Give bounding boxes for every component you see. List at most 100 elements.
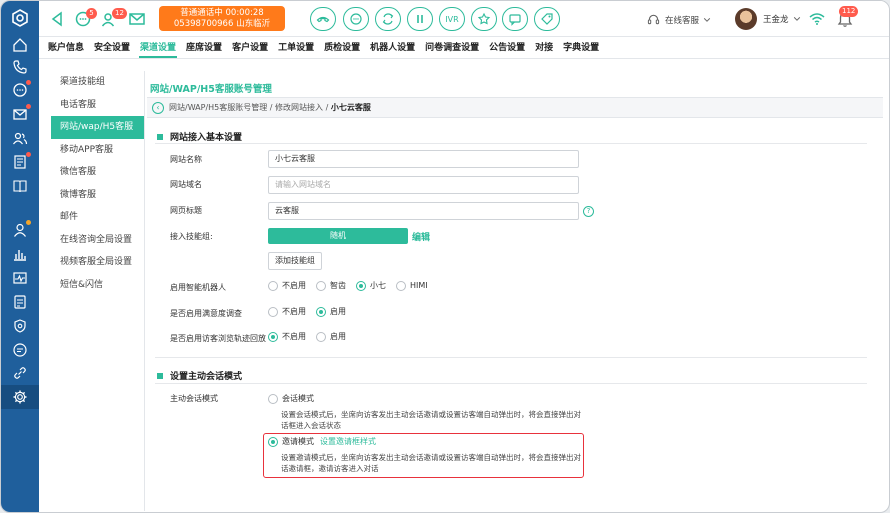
menu-integration[interactable]: 对接 bbox=[530, 37, 558, 58]
agent-icon[interactable] bbox=[10, 220, 31, 240]
breadcrumb-link-edit[interactable]: 修改网站接入 bbox=[275, 102, 323, 113]
transfer-button[interactable] bbox=[375, 7, 401, 31]
hold-button[interactable] bbox=[407, 7, 433, 31]
add-skill-group-button[interactable]: 添加技能组 bbox=[268, 252, 322, 270]
satisfaction-label: 是否启用满意度调查 bbox=[170, 309, 242, 318]
section-proactive-settings: 设置主动会话模式 bbox=[157, 369, 242, 382]
radio-label: 不启用 bbox=[282, 332, 306, 341]
robot-option-xiaoqi[interactable]: 小七 bbox=[356, 280, 386, 291]
monitor-icon[interactable] bbox=[10, 268, 30, 288]
home-icon[interactable] bbox=[10, 35, 30, 55]
menu-channel[interactable]: 渠道设置 bbox=[135, 37, 181, 58]
agent-status-select[interactable]: 在线客服 bbox=[647, 13, 711, 26]
trace-label: 是否启用访客浏览轨迹回放 bbox=[170, 334, 266, 343]
link-icon[interactable] bbox=[10, 363, 30, 383]
breadcrumb-separator: / bbox=[323, 103, 331, 112]
channel-sidebar: 渠道技能组 电话客服 网站/wap/H5客服 移动APP客服 微信客服 微博客服… bbox=[51, 71, 145, 511]
phone-icon[interactable] bbox=[10, 57, 30, 77]
sidebar-item-sms[interactable]: 短信&闪信 bbox=[51, 274, 144, 297]
menu-security[interactable]: 安全设置 bbox=[89, 37, 135, 58]
call-status-box[interactable]: 普通通话中 00:00:28 05398700966 山东临沂 bbox=[159, 6, 285, 31]
breadcrumb: ‹ 网站/WAP/H5客服账号管理 / 修改网站接入 / 小七云客服 bbox=[147, 98, 883, 118]
main-nav-rail bbox=[1, 1, 39, 512]
section-basic-settings: 网站接入基本设置 bbox=[157, 130, 242, 143]
sidebar-item-app[interactable]: 移动APP客服 bbox=[51, 139, 144, 162]
sms-button[interactable] bbox=[502, 7, 528, 31]
satisfaction-option-off[interactable]: 不启用 bbox=[268, 306, 306, 317]
site-domain-label: 网站域名 bbox=[170, 180, 202, 189]
radio-label: HIMI bbox=[410, 281, 428, 290]
menu-quality[interactable]: 质检设置 bbox=[319, 37, 365, 58]
invite-mode-option[interactable]: 邀请模式 设置邀请框样式 bbox=[268, 436, 376, 447]
sidebar-item-skill-group[interactable]: 渠道技能组 bbox=[51, 71, 144, 94]
chat-alert-dot bbox=[26, 80, 31, 85]
user-menu[interactable]: 王金龙 bbox=[735, 8, 801, 30]
book-icon[interactable] bbox=[10, 176, 30, 196]
chart-icon[interactable] bbox=[10, 244, 30, 264]
trace-option-on[interactable]: 启用 bbox=[316, 331, 346, 342]
robot-label: 启用智能机器人 bbox=[170, 283, 226, 292]
menu-notice[interactable]: 公告设置 bbox=[484, 37, 530, 58]
hangup-button[interactable] bbox=[310, 7, 336, 31]
sidebar-item-video-global[interactable]: 视频客服全局设置 bbox=[51, 251, 144, 274]
mail-icon[interactable] bbox=[127, 9, 147, 29]
tag-button[interactable] bbox=[534, 7, 560, 31]
robot-radio-group: 不启用 智齿 小七 HIMI bbox=[268, 280, 438, 291]
sidebar-item-email[interactable]: 邮件 bbox=[51, 206, 144, 229]
robot-option-himi[interactable]: HIMI bbox=[396, 280, 428, 291]
menu-ticket[interactable]: 工单设置 bbox=[273, 37, 319, 58]
radio-circle-selected bbox=[268, 331, 278, 342]
form-icon[interactable] bbox=[10, 292, 30, 312]
evaluation-button[interactable] bbox=[471, 7, 497, 31]
call-number-text: 05398700966 山东临沂 bbox=[173, 19, 271, 29]
sidebar-item-phone[interactable]: 电话客服 bbox=[51, 94, 144, 117]
menu-account-info[interactable]: 账户信息 bbox=[43, 37, 89, 58]
trace-radio-group: 不启用 启用 bbox=[268, 331, 356, 342]
user-name: 王金龙 bbox=[763, 15, 789, 25]
back-icon[interactable]: ‹ bbox=[152, 101, 164, 114]
skill-group-selected[interactable]: 随机 bbox=[268, 228, 408, 244]
session-mode-description: 设置会话模式后，坐席向访客发出主动会话邀请或设置访客端自动弹出时，将会直接弹出对… bbox=[281, 410, 581, 430]
mute-icon[interactable] bbox=[47, 9, 67, 29]
users-icon[interactable] bbox=[10, 128, 30, 148]
chevron-down-icon bbox=[703, 16, 711, 24]
chat-icon[interactable] bbox=[10, 80, 31, 100]
top-bar: 5 12 普通通话中 00:00:28 05398700966 山东临沂 IVR… bbox=[39, 1, 889, 37]
consult-button[interactable] bbox=[343, 7, 369, 31]
site-name-input[interactable]: 小七云客服 bbox=[268, 150, 579, 168]
page-title-input[interactable]: 云客服 bbox=[268, 202, 579, 220]
bubble-icon[interactable] bbox=[10, 340, 30, 360]
site-domain-input[interactable]: 请输入网站域名 bbox=[268, 176, 579, 194]
menu-customer[interactable]: 客户设置 bbox=[227, 37, 273, 58]
help-icon[interactable]: ? bbox=[583, 206, 594, 217]
robot-option-off[interactable]: 不启用 bbox=[268, 280, 306, 291]
robot-option-zhichi[interactable]: 智齿 bbox=[316, 280, 346, 291]
section-divider bbox=[155, 383, 867, 384]
mail-icon[interactable] bbox=[10, 104, 31, 124]
edit-skill-group-link[interactable]: 编辑 bbox=[412, 230, 430, 243]
skill-group-label: 接入技能组: bbox=[170, 232, 213, 241]
messages-badge: 5 bbox=[86, 8, 97, 19]
ivr-button[interactable]: IVR bbox=[439, 7, 465, 31]
menu-survey[interactable]: 问卷调查设置 bbox=[420, 37, 484, 58]
menu-dictionary[interactable]: 字典设置 bbox=[558, 37, 604, 58]
list-icon[interactable] bbox=[10, 152, 31, 172]
sidebar-item-weibo[interactable]: 微博客服 bbox=[51, 184, 144, 207]
menu-robot[interactable]: 机器人设置 bbox=[365, 37, 420, 58]
session-mode-label: 会话模式 bbox=[282, 394, 314, 403]
session-mode-option[interactable]: 会话模式 bbox=[268, 393, 314, 404]
headset-icon bbox=[647, 13, 660, 26]
satisfaction-option-on[interactable]: 启用 bbox=[316, 306, 346, 317]
shield-icon[interactable] bbox=[10, 316, 30, 336]
gear-icon[interactable] bbox=[10, 387, 30, 407]
sidebar-item-online-global[interactable]: 在线咨询全局设置 bbox=[51, 229, 144, 252]
sidebar-item-web[interactable]: 网站/wap/H5客服 bbox=[51, 116, 144, 139]
trace-option-off[interactable]: 不启用 bbox=[268, 331, 306, 342]
sidebar-item-wechat[interactable]: 微信客服 bbox=[51, 161, 144, 184]
radio-circle bbox=[268, 280, 278, 291]
breadcrumb-current: 小七云客服 bbox=[330, 103, 371, 112]
proactive-mode-label: 主动会话模式 bbox=[170, 394, 218, 403]
menu-seat[interactable]: 座席设置 bbox=[181, 37, 227, 58]
invite-style-link[interactable]: 设置邀请框样式 bbox=[320, 436, 376, 447]
breadcrumb-link-accounts[interactable]: 网站/WAP/H5客服账号管理 bbox=[169, 102, 267, 113]
